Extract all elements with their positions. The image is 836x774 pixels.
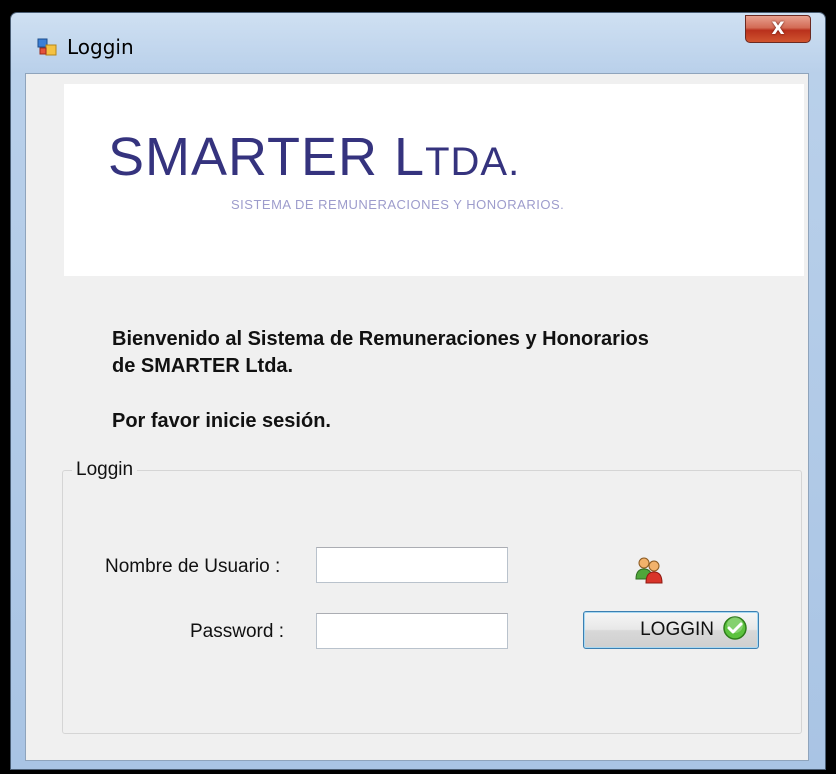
brand-smallcaps: TDA. xyxy=(425,140,521,184)
login-button[interactable]: LOGGIN xyxy=(583,611,759,649)
title-bar[interactable]: Loggin X xyxy=(11,13,825,73)
brand-tagline: SISTEMA DE REMUNERACIONES Y HONORARIOS. xyxy=(231,197,565,212)
brand-logo-text: SMARTER LTDA. xyxy=(108,126,520,188)
welcome-line-1: Bienvenido al Sistema de Remuneraciones … xyxy=(112,328,649,350)
close-button[interactable]: X xyxy=(745,15,811,43)
welcome-message: Bienvenido al Sistema de Remuneraciones … xyxy=(112,326,752,380)
username-input[interactable] xyxy=(316,547,508,583)
check-icon xyxy=(722,615,748,646)
password-input[interactable] xyxy=(316,613,508,649)
login-button-label: LOGGIN xyxy=(640,619,714,640)
login-groupbox xyxy=(62,470,802,734)
app-icon xyxy=(37,37,57,57)
users-icon xyxy=(633,555,665,585)
brand-main: SMARTER L xyxy=(108,127,426,187)
password-label: Password : xyxy=(190,621,284,642)
login-groupbox-legend: Loggin xyxy=(72,459,138,481)
close-icon: X xyxy=(771,19,785,39)
window-title: Loggin xyxy=(67,35,134,59)
username-label: Nombre de Usuario : xyxy=(105,556,281,577)
brand-banner: SMARTER LTDA. SISTEMA DE REMUNERACIONES … xyxy=(64,84,804,276)
login-prompt: Por favor inicie sesión. xyxy=(112,410,331,432)
welcome-line-2: de SMARTER Ltda. xyxy=(112,355,294,377)
